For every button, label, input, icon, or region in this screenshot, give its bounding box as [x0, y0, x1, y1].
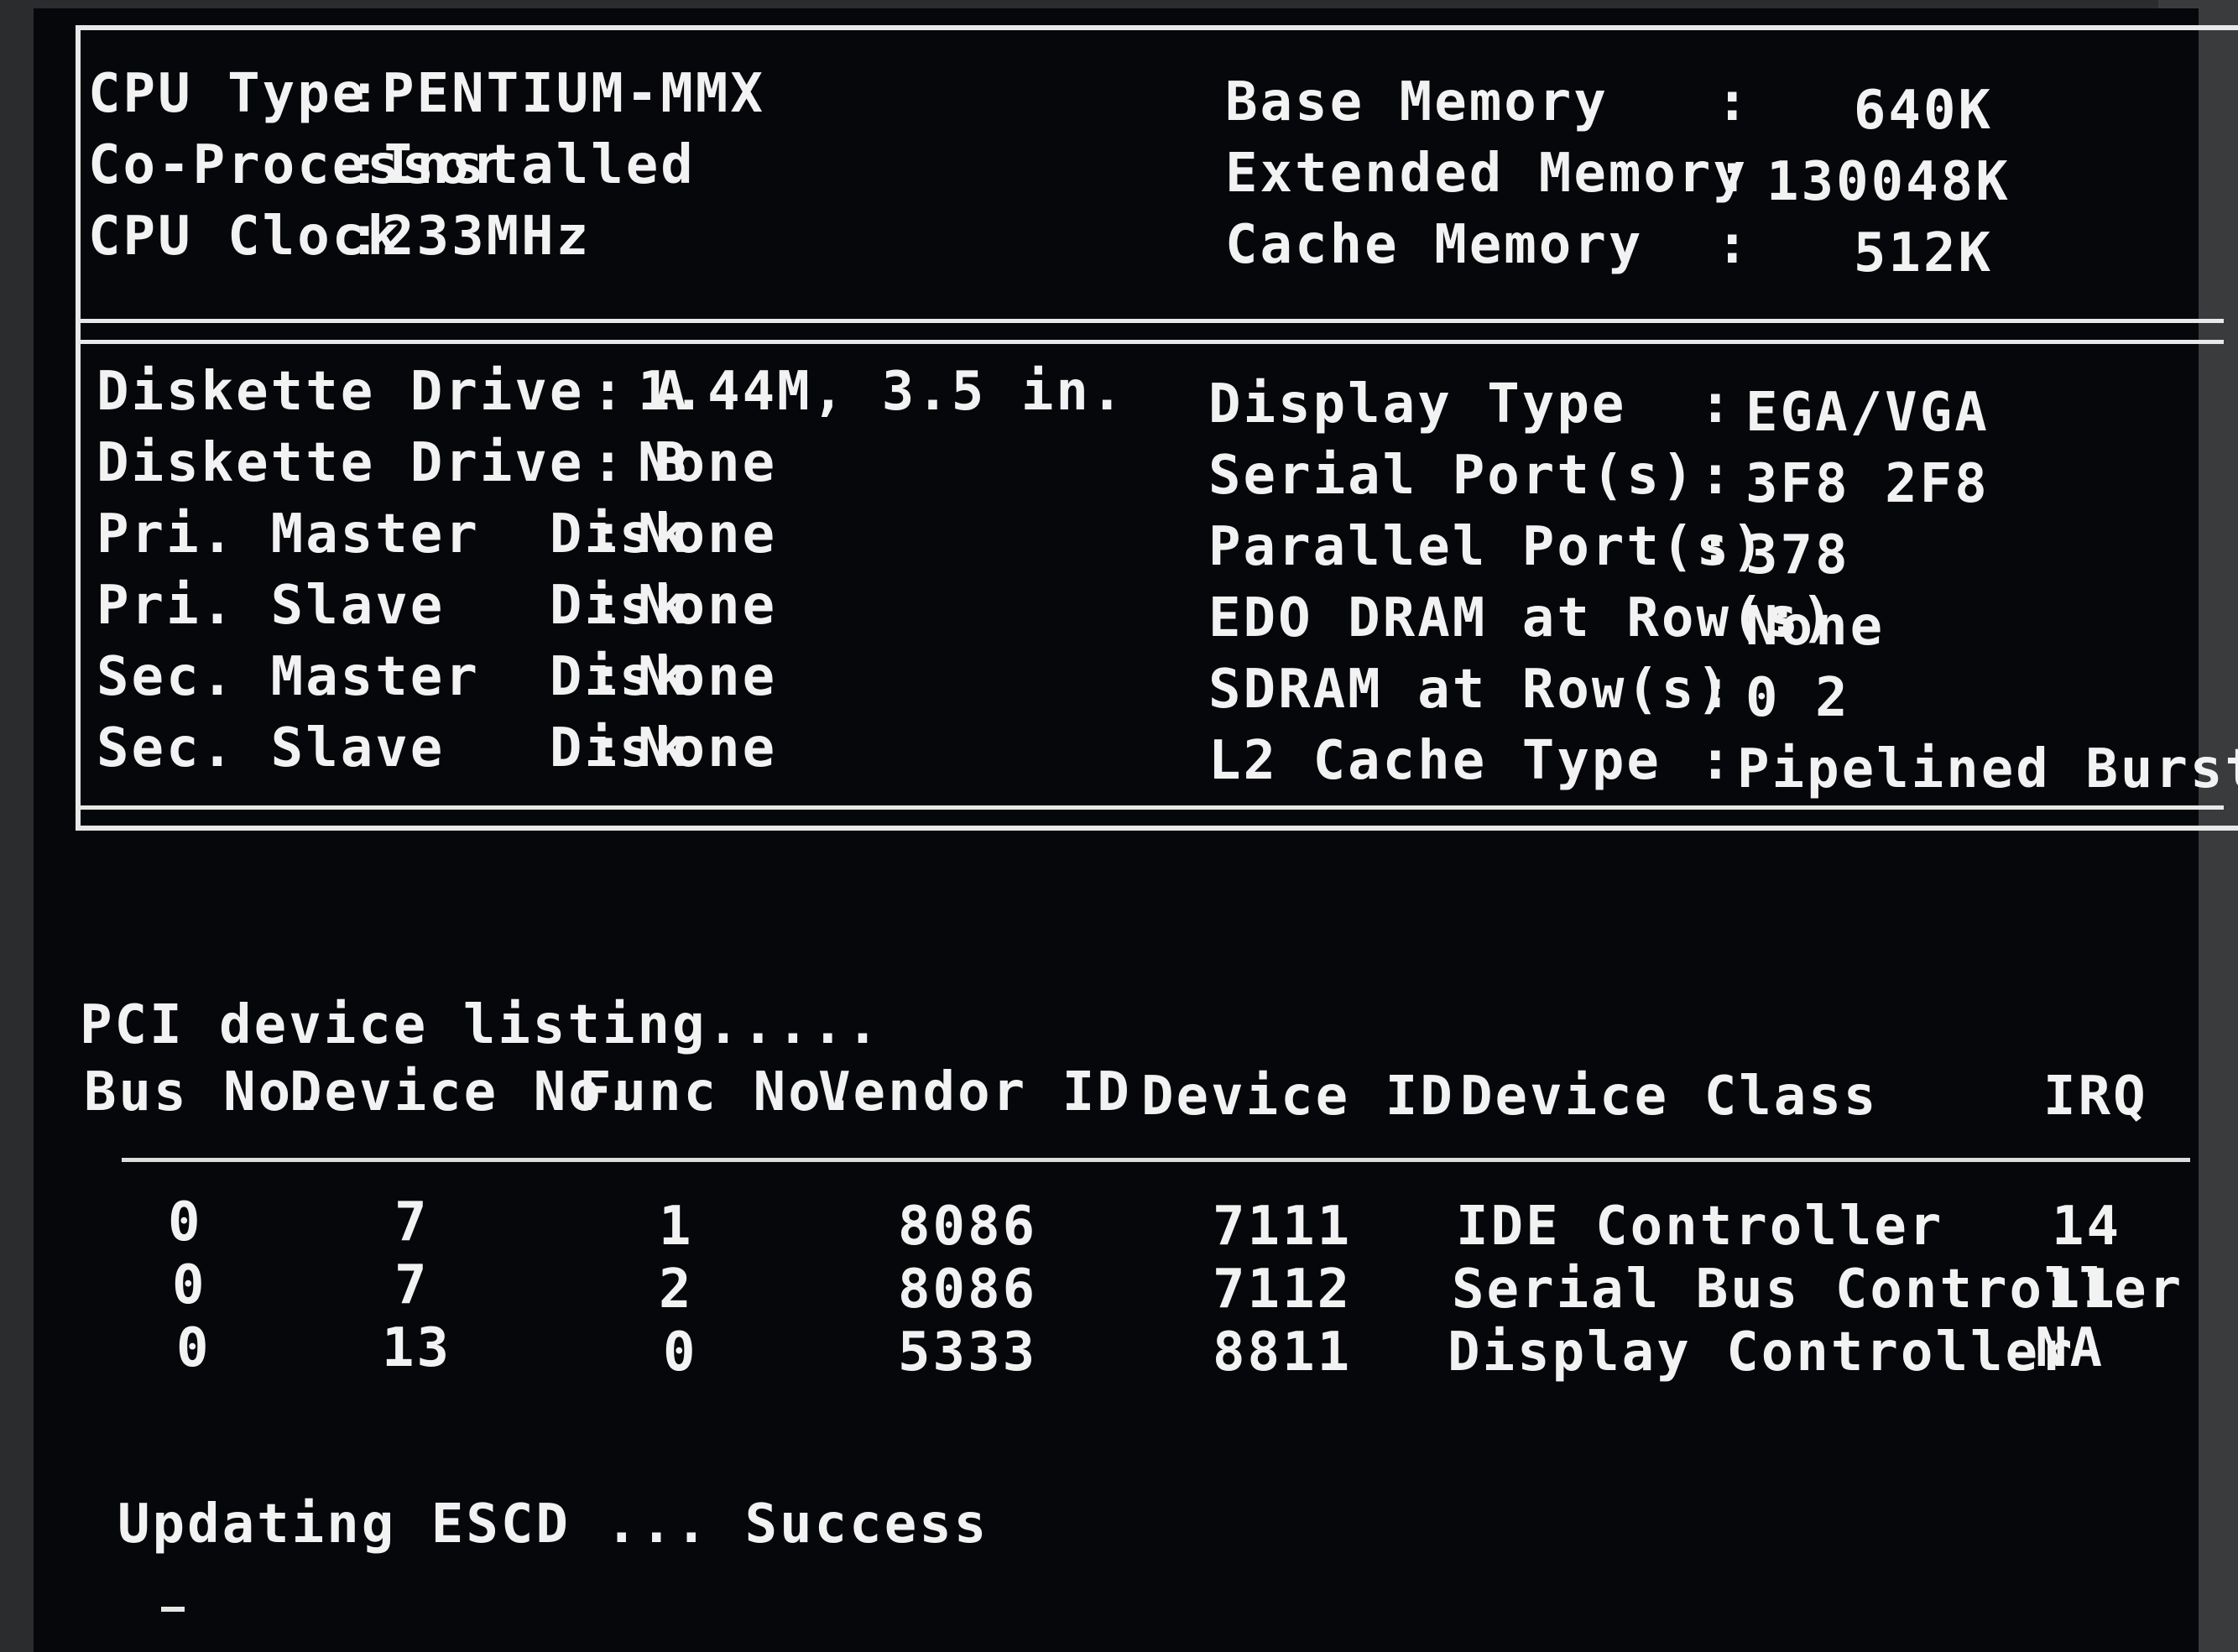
colon: :	[592, 646, 627, 708]
frame-bottom-inner	[76, 805, 2224, 810]
pci-row-3-class: Display Controller	[1448, 1321, 2075, 1384]
pci-row-3-deviceid: 8811	[1213, 1321, 1353, 1384]
pci-row-2-vendor: 8086	[898, 1259, 1038, 1321]
extended-memory-value: 130048K	[1766, 151, 2011, 213]
colon: :	[348, 206, 383, 268]
parallel-ports-label: Parallel Port(s)	[1208, 516, 1766, 578]
diskette-a-value: 1.44M, 3.5 in.	[638, 361, 1126, 423]
monitor-frame: CPU Type Co-Processor CPU Clock : : : PE…	[0, 0, 2238, 1652]
serial-ports-label: Serial Port(s)	[1208, 445, 1697, 507]
col-device-class: Device Class	[1460, 1066, 1879, 1128]
serial-ports-value: 3F8 2F8	[1745, 453, 1990, 515]
colon: :	[1716, 71, 1751, 133]
sec-master-value: None	[638, 646, 778, 708]
pci-row-1-bus: 0	[168, 1191, 203, 1253]
colon: :	[592, 717, 627, 779]
text-cursor	[161, 1607, 185, 1612]
parallel-ports-value: 378	[1745, 524, 1850, 586]
colon: :	[592, 503, 627, 565]
display-type-label: Display Type	[1208, 373, 1627, 435]
colon: :	[592, 575, 627, 637]
pci-row-2-func: 2	[659, 1259, 694, 1321]
edo-dram-value: None	[1745, 596, 1886, 658]
colon: :	[1699, 445, 1735, 507]
col-device-id: Device ID	[1141, 1066, 1455, 1128]
cache-memory-label: Cache Memory	[1225, 214, 1644, 276]
diskette-b-value: None	[638, 432, 778, 494]
edo-dram-label: EDO DRAM at Row(s)	[1208, 587, 1836, 649]
pri-master-value: None	[638, 503, 778, 565]
pci-row-2-device: 7	[394, 1254, 430, 1316]
colon: :	[592, 361, 627, 423]
colon: :	[1716, 214, 1751, 276]
colon: :	[1699, 659, 1735, 721]
colon: :	[592, 432, 627, 494]
cpu-type-label: CPU Type	[88, 63, 368, 125]
col-func-no: Func No.	[579, 1061, 858, 1123]
pci-row-3-bus: 0	[176, 1317, 211, 1379]
pci-row-3-device: 13	[382, 1317, 452, 1379]
coprocessor-value: Installed	[382, 134, 696, 196]
cache-memory-value: 512K	[1853, 222, 1993, 284]
pci-row-1-device: 7	[394, 1191, 430, 1253]
bios-screen: CPU Type Co-Processor CPU Clock : : : PE…	[34, 8, 2238, 1652]
pci-row-3-vendor: 5333	[898, 1321, 1038, 1384]
pci-row-1-irq: 14	[2052, 1196, 2122, 1258]
base-memory-label: Base Memory	[1225, 71, 1609, 133]
colon: :	[348, 134, 383, 196]
colon: :	[1699, 516, 1735, 578]
escd-status: Updating ESCD ... Success	[117, 1493, 989, 1556]
pci-row-1-class: IDE Controller	[1456, 1196, 1944, 1258]
colon: :	[1699, 373, 1735, 435]
sdram-label: SDRAM at Row(s)	[1208, 659, 1731, 721]
sec-slave-value: None	[638, 717, 778, 779]
col-irq: IRQ	[2043, 1066, 2148, 1128]
extended-memory-label: Extended Memory	[1225, 143, 1748, 205]
pci-heading: PCI device listing.....	[80, 994, 882, 1056]
sdram-value: 0 2	[1745, 667, 1850, 729]
pci-row-1-vendor: 8086	[898, 1196, 1038, 1258]
pci-row-2-bus: 0	[172, 1254, 207, 1316]
pci-row-1-func: 1	[659, 1196, 694, 1258]
pci-row-2-deviceid: 7112	[1213, 1259, 1353, 1321]
frame-divider	[76, 319, 2224, 323]
pci-row-3-func: 0	[663, 1321, 698, 1384]
l2-cache-label: L2 Cache Type	[1208, 730, 1662, 792]
colon: :	[1716, 143, 1751, 205]
cpu-clock-value: 233MHz	[382, 206, 592, 268]
l2-cache-value: Pipelined Burst	[1737, 738, 2238, 800]
header-separator	[122, 1158, 2190, 1162]
col-vendor-id: Vendor ID	[818, 1061, 1132, 1123]
cpu-type-value: PENTIUM-MMX	[382, 63, 765, 125]
pri-slave-value: None	[638, 575, 778, 637]
pci-row-3-irq: NA	[2035, 1317, 2105, 1379]
pci-row-1-deviceid: 7111	[1213, 1196, 1353, 1258]
colon: :	[1699, 730, 1735, 792]
frame-divider-inner	[76, 340, 2224, 344]
pci-row-2-irq: 11	[2048, 1259, 2118, 1321]
display-type-value: EGA/VGA	[1745, 382, 1990, 444]
base-memory-value: 640K	[1853, 80, 1993, 142]
colon: :	[348, 63, 383, 125]
